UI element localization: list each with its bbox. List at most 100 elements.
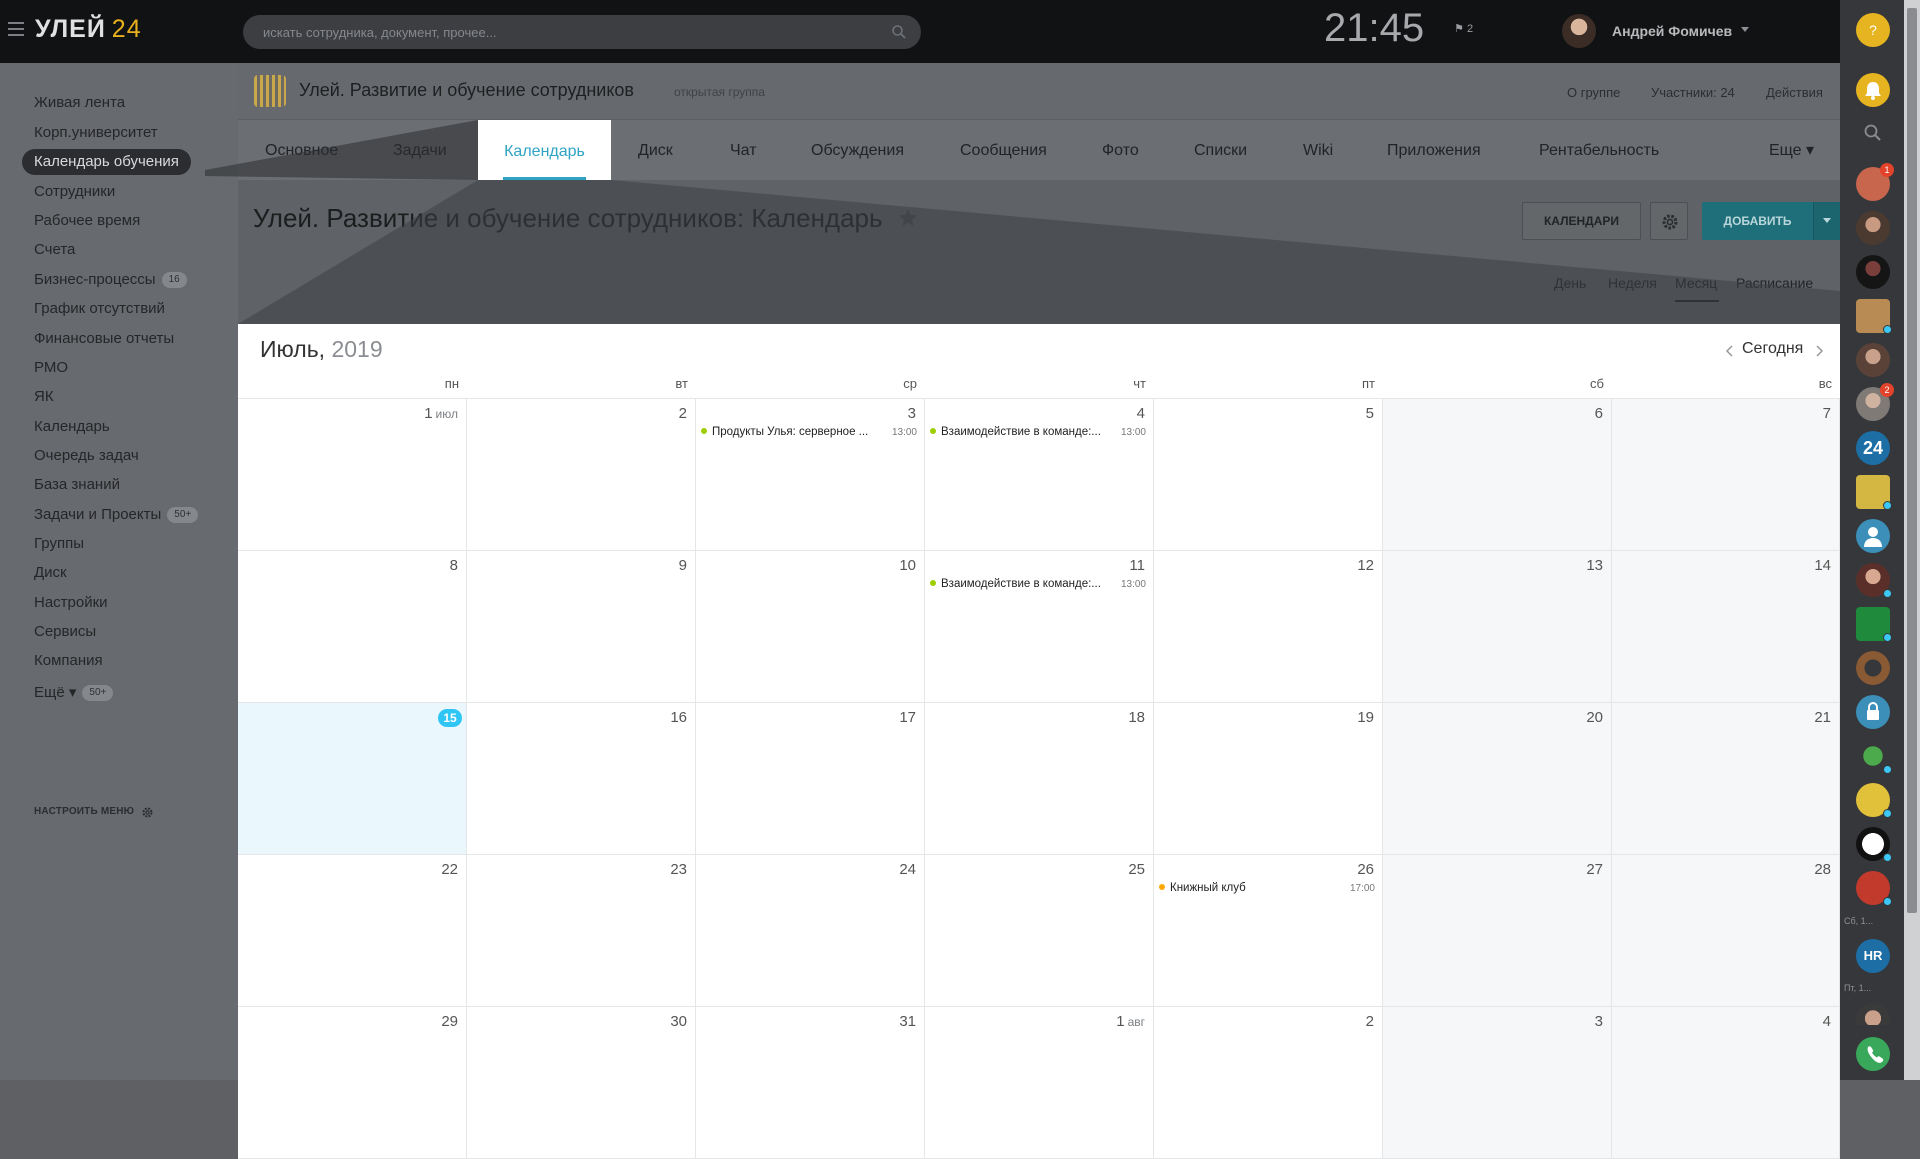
sidebar-item[interactable]: Корп.университет bbox=[22, 120, 170, 146]
contact-avatar[interactable] bbox=[1856, 211, 1890, 245]
sidebar-item[interactable]: Финансовые отчеты bbox=[22, 326, 186, 352]
contact-avatar[interactable]: 2 bbox=[1856, 383, 1894, 421]
tab-photo[interactable]: Фото bbox=[1102, 120, 1139, 180]
calendar-day-cell[interactable]: 22 bbox=[238, 855, 467, 1007]
group-avatar[interactable] bbox=[1856, 651, 1890, 685]
user-name[interactable]: Андрей Фомичев bbox=[1612, 23, 1732, 39]
user-placeholder-avatar[interactable] bbox=[1856, 519, 1890, 553]
calendar-day-cell[interactable]: 20 bbox=[1383, 703, 1612, 855]
calendar-day-cell[interactable]: 30 bbox=[467, 1007, 696, 1159]
calendar-day-cell[interactable]: 3 bbox=[1383, 1007, 1612, 1159]
sidebar-item[interactable]: РМО bbox=[22, 355, 80, 381]
calendar-day-cell[interactable]: 31 bbox=[696, 1007, 925, 1159]
view-day[interactable]: День bbox=[1554, 275, 1586, 291]
calendar-day-cell[interactable]: 10 bbox=[696, 551, 925, 703]
sidebar-item[interactable]: График отсутствий bbox=[22, 296, 177, 322]
day-number[interactable]: 5 bbox=[1366, 405, 1374, 422]
calendar-day-cell[interactable]: 25 bbox=[925, 855, 1154, 1007]
calendar-day-cell[interactable]: 2 bbox=[467, 399, 696, 551]
sidebar-item[interactable]: Сотрудники bbox=[22, 179, 127, 205]
contact-avatar[interactable] bbox=[1856, 1003, 1890, 1025]
view-week[interactable]: Неделя bbox=[1608, 275, 1657, 291]
calendars-button[interactable]: КАЛЕНДАРИ bbox=[1522, 202, 1641, 240]
configure-menu-link[interactable]: НАСТРОИТЬ МЕНЮ bbox=[34, 806, 134, 817]
tab-calendar[interactable]: Календарь bbox=[478, 120, 611, 180]
day-number[interactable]: 7 bbox=[1823, 405, 1831, 422]
sidebar-item[interactable]: Компания bbox=[22, 648, 115, 674]
day-number[interactable]: 2 bbox=[679, 405, 687, 422]
today-date-badge[interactable]: 15 bbox=[438, 709, 462, 727]
day-number[interactable]: 30 bbox=[670, 1013, 687, 1030]
day-number[interactable]: 28 bbox=[1814, 861, 1831, 878]
day-number[interactable]: 25 bbox=[1128, 861, 1145, 878]
calendar-day-cell[interactable]: 9 bbox=[467, 551, 696, 703]
yin-yang-icon[interactable] bbox=[1856, 827, 1892, 862]
calendar-day-cell[interactable]: 27 bbox=[1383, 855, 1612, 1007]
calendar-day-cell[interactable]: 12 bbox=[1154, 551, 1383, 703]
sidebar-item[interactable]: Календарь обучения bbox=[22, 149, 191, 175]
sidebar-item[interactable]: ЯК bbox=[22, 384, 66, 410]
calendar-day-cell[interactable]: 17 bbox=[696, 703, 925, 855]
calendar-day-cell[interactable]: 3 Продукты Улья: серверное ... 13:00 bbox=[696, 399, 925, 551]
day-number[interactable]: 13 bbox=[1586, 557, 1603, 574]
menu-burger-icon[interactable] bbox=[8, 22, 24, 36]
day-number[interactable]: 18 bbox=[1128, 709, 1145, 726]
tab-wiki[interactable]: Wiki bbox=[1303, 120, 1333, 180]
clock[interactable]: 21:45 bbox=[1324, 6, 1424, 51]
group-avatar[interactable] bbox=[1856, 739, 1892, 774]
bitrix24-chat-avatar[interactable]: 24 bbox=[1856, 431, 1890, 465]
scrollbar-thumb[interactable] bbox=[1907, 8, 1917, 913]
sidebar-item[interactable]: Живая лента bbox=[22, 90, 137, 116]
search-input[interactable] bbox=[261, 15, 861, 49]
day-number[interactable]: 3 bbox=[1595, 1013, 1603, 1030]
calendar-day-cell[interactable]: 6 bbox=[1383, 399, 1612, 551]
sidebar-item[interactable]: Диск bbox=[22, 560, 79, 586]
settings-button[interactable] bbox=[1650, 202, 1688, 240]
tab-disk[interactable]: Диск bbox=[638, 120, 673, 180]
flag-counter[interactable]: ⚑ 2 bbox=[1454, 22, 1473, 35]
day-number[interactable]: 23 bbox=[670, 861, 687, 878]
notifications-bell-icon[interactable] bbox=[1856, 73, 1890, 107]
tab-discussions[interactable]: Обсуждения bbox=[811, 120, 904, 180]
day-number[interactable]: 24 bbox=[899, 861, 916, 878]
contact-avatar[interactable]: 1 bbox=[1856, 163, 1894, 201]
calendar-day-cell[interactable]: 16 bbox=[467, 703, 696, 855]
calendar-day-cell[interactable]: 29 bbox=[238, 1007, 467, 1159]
day-number[interactable]: 31 bbox=[899, 1013, 916, 1030]
day-number[interactable]: 4 bbox=[1137, 405, 1145, 422]
calendar-day-cell[interactable]: 28 bbox=[1612, 855, 1840, 1007]
day-number[interactable]: 1 авг bbox=[1116, 1013, 1145, 1030]
day-number[interactable]: 20 bbox=[1586, 709, 1603, 726]
calendar-event[interactable]: Книжный клуб 17:00 bbox=[1159, 882, 1375, 898]
tab-apps[interactable]: Приложения bbox=[1387, 120, 1481, 180]
calendar-day-cell[interactable]: 15 bbox=[238, 703, 467, 855]
day-number[interactable]: 21 bbox=[1814, 709, 1831, 726]
search-box[interactable] bbox=[243, 15, 921, 49]
calendar-event[interactable]: Взаимодействие в команде:... 13:00 bbox=[930, 578, 1146, 594]
day-number[interactable]: 14 bbox=[1814, 557, 1831, 574]
calendar-day-cell[interactable]: 23 bbox=[467, 855, 696, 1007]
day-number[interactable]: 9 bbox=[679, 557, 687, 574]
today-button[interactable]: Сегодня bbox=[1742, 340, 1803, 358]
contact-avatar[interactable] bbox=[1856, 563, 1892, 598]
calendar-day-cell[interactable]: 18 bbox=[925, 703, 1154, 855]
day-number[interactable]: 29 bbox=[441, 1013, 458, 1030]
calendar-event[interactable]: Взаимодействие в команде:... 13:00 bbox=[930, 426, 1146, 442]
sidebar-item[interactable]: Счета bbox=[22, 237, 87, 263]
members-link[interactable]: Участники: 24 bbox=[1651, 85, 1735, 100]
day-number[interactable]: 26 bbox=[1357, 861, 1374, 878]
calendar-day-cell[interactable]: 11 Взаимодействие в команде:... 13:00 bbox=[925, 551, 1154, 703]
contact-avatar[interactable] bbox=[1856, 343, 1890, 377]
day-number[interactable]: 22 bbox=[441, 861, 458, 878]
calendar-day-cell[interactable]: 13 bbox=[1383, 551, 1612, 703]
calendar-day-cell[interactable]: 4 bbox=[1612, 1007, 1840, 1159]
calendar-day-cell[interactable]: 14 bbox=[1612, 551, 1840, 703]
user-avatar[interactable] bbox=[1562, 14, 1596, 48]
calendar-day-cell[interactable]: 21 bbox=[1612, 703, 1840, 855]
about-group-link[interactable]: О группе bbox=[1567, 85, 1620, 100]
group-avatar[interactable] bbox=[1856, 299, 1892, 334]
search-icon[interactable] bbox=[891, 24, 907, 40]
sidebar-item[interactable]: База знаний bbox=[22, 472, 132, 498]
tab-more[interactable]: Еще ▾ bbox=[1769, 120, 1814, 180]
day-number[interactable]: 16 bbox=[670, 709, 687, 726]
